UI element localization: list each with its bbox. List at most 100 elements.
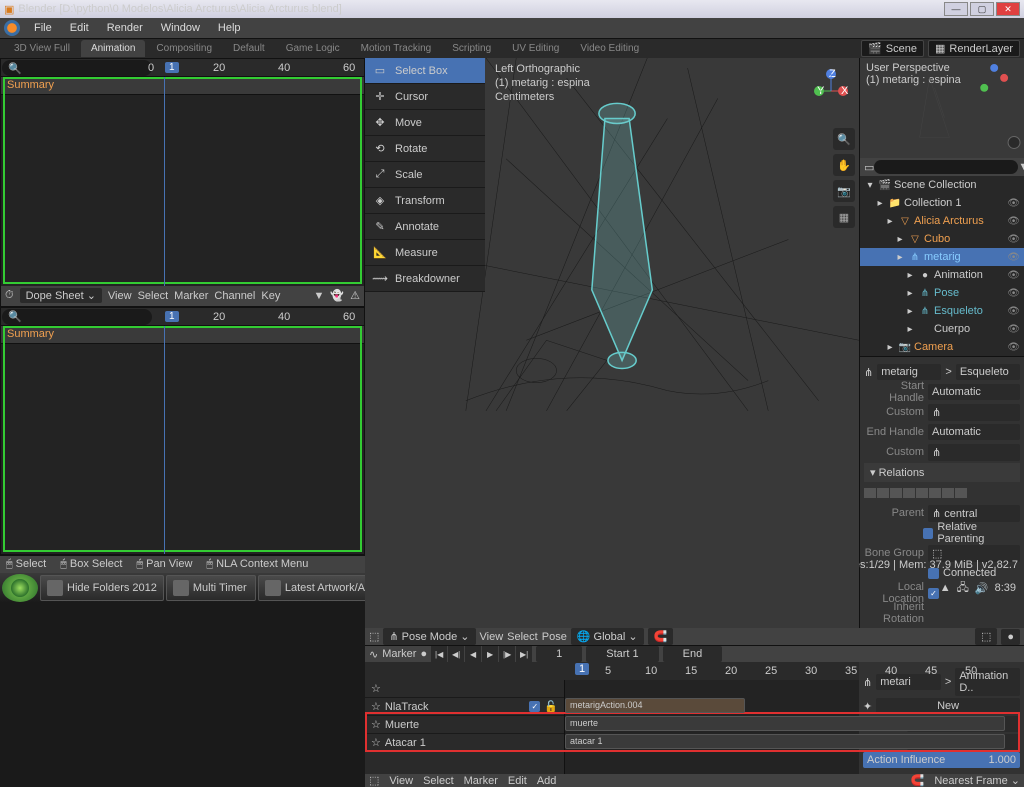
editor-type-dropdown[interactable]: Dope Sheet⌄ (20, 288, 102, 303)
relations-header[interactable]: ▾ Relations (864, 463, 1020, 482)
end-frame-input[interactable]: End (663, 646, 723, 662)
current-frame-input[interactable]: 1 (536, 646, 582, 662)
visibility-icon[interactable]: 👁 (1007, 198, 1020, 209)
tab-animation[interactable]: Animation (81, 40, 145, 57)
nla-strip[interactable]: atacar 1 (565, 734, 1005, 749)
tray-icon[interactable]: 🖧 (957, 579, 969, 598)
system-tray[interactable]: ▲ 🖧 🔊 8:39 (934, 579, 1022, 598)
ds-menu-key[interactable]: Key (261, 290, 280, 302)
orientation-selector[interactable]: 🌐 Global ⌄ (571, 628, 644, 645)
zoom-icon[interactable]: 🔍 (833, 128, 855, 150)
outliner-search[interactable] (874, 160, 1018, 174)
taskbar-button[interactable]: Multi Timer (166, 575, 256, 601)
dopesheet2-ruler[interactable]: 🔍 1 20 40 60 (1, 308, 364, 326)
jump-start[interactable]: |◀ (431, 646, 447, 662)
persp-icon[interactable]: ▦ (833, 206, 855, 228)
outliner-item[interactable]: ▸📷Camera👁 (860, 338, 1024, 356)
secondary-viewport[interactable]: User Perspective (1) metarig : espina (860, 58, 1024, 158)
taskbar-button[interactable]: Hide Folders 2012 (40, 575, 164, 601)
current-frame-marker[interactable]: 1 (165, 62, 179, 73)
custom1-field[interactable]: ⋔ (928, 404, 1020, 421)
tab-video[interactable]: Video Editing (570, 40, 649, 57)
3d-viewport[interactable]: ▭Select Box✛Cursor✥Move⟲Rotate⤢Scale◈Tra… (365, 58, 859, 628)
tool-scale[interactable]: ⤢Scale (365, 162, 485, 188)
ghost-icon[interactable]: 👻 (330, 289, 344, 302)
start-frame-input[interactable]: Start 1 (586, 646, 658, 662)
dopesheet-search[interactable]: 🔍 (2, 60, 152, 76)
track-check[interactable]: ✓ (529, 701, 540, 712)
ds-menu-select[interactable]: Select (138, 290, 169, 302)
tray-icon[interactable]: ▲ (940, 582, 951, 594)
end-handle[interactable]: Automatic (928, 424, 1020, 440)
shading-wireframe[interactable]: ⬚ (975, 628, 997, 645)
keyframe-prev[interactable]: ◀| (448, 646, 464, 662)
renderlayer-selector[interactable]: ▦RenderLayer (928, 40, 1020, 57)
outliner-item[interactable]: ▸⋔metarig👁 (860, 248, 1024, 266)
tool-measure[interactable]: 📐Measure (365, 240, 485, 266)
visibility-icon[interactable]: 👁 (1007, 288, 1020, 299)
tray-icon[interactable]: 🔊 (975, 582, 989, 595)
blender-icon[interactable] (4, 20, 20, 36)
outliner-item[interactable]: ▸⋔Pose👁 (860, 284, 1024, 302)
armature-name[interactable]: metarig (877, 364, 941, 380)
nla-menu-select[interactable]: Select (423, 775, 454, 787)
menu-edit[interactable]: Edit (62, 20, 97, 36)
ds-menu-view[interactable]: View (108, 290, 132, 302)
outliner-item[interactable]: ▸📁Collection 1👁 (860, 194, 1024, 212)
minimize-button[interactable]: — (944, 2, 968, 16)
scene-selector[interactable]: 🎬Scene (861, 40, 924, 57)
nla-track[interactable]: ☆ (365, 680, 564, 698)
keyframe-next[interactable]: |▶ (499, 646, 515, 662)
tab-3dview[interactable]: 3D View Full (4, 40, 80, 57)
tab-uv[interactable]: UV Editing (502, 40, 569, 57)
clock[interactable]: 8:39 (995, 582, 1016, 594)
nla-menu-marker[interactable]: Marker (464, 775, 498, 787)
maximize-button[interactable]: ▢ (970, 2, 994, 16)
autokey-icon[interactable]: ● (420, 648, 427, 660)
playhead[interactable] (164, 77, 165, 286)
tool-cursor[interactable]: ✛Cursor (365, 84, 485, 110)
pan-icon[interactable]: ✋ (833, 154, 855, 176)
nla-menu-edit[interactable]: Edit (508, 775, 527, 787)
menu-render[interactable]: Render (99, 20, 151, 36)
tool-annotate[interactable]: ✎Annotate (365, 214, 485, 240)
nla-editor-icon[interactable]: ⬚ (369, 774, 379, 787)
filter-icon[interactable]: ▼ (314, 290, 325, 302)
start-button[interactable] (2, 574, 38, 602)
warning-icon[interactable]: ⚠ (350, 289, 360, 302)
visibility-icon[interactable]: 👁 (1007, 216, 1020, 227)
tool-rotate[interactable]: ⟲Rotate (365, 136, 485, 162)
visibility-icon[interactable]: 👁 (1007, 342, 1020, 353)
shading-solid[interactable]: ● (1001, 629, 1020, 645)
menu-file[interactable]: File (26, 20, 60, 36)
tab-scripting[interactable]: Scripting (442, 40, 501, 57)
vp-menu-pose[interactable]: Pose (542, 631, 567, 643)
menu-window[interactable]: Window (153, 20, 208, 36)
vp-menu-view[interactable]: View (480, 631, 504, 643)
visibility-icon[interactable]: 👁 (1007, 234, 1020, 245)
close-button[interactable]: ✕ (996, 2, 1020, 16)
outliner-item[interactable]: ▸Cuerpo👁 (860, 320, 1024, 338)
menu-help[interactable]: Help (210, 20, 249, 36)
custom2-field[interactable]: ⋔ (928, 444, 1020, 461)
nla-strip[interactable]: metarigAction.004 (565, 698, 745, 713)
dopesheet2-search[interactable]: 🔍 (2, 309, 152, 325)
collection-icon[interactable]: ▭ (864, 161, 874, 174)
jump-end[interactable]: ▶| (516, 646, 532, 662)
rel-parent-check[interactable] (923, 528, 933, 539)
play[interactable]: ▶ (482, 646, 498, 662)
outliner-item[interactable]: ▸⋔Esqueleto👁 (860, 302, 1024, 320)
ds-menu-channel[interactable]: Channel (214, 290, 255, 302)
play-reverse[interactable]: ◀ (465, 646, 481, 662)
snap-toggle[interactable]: 🧲 (648, 628, 674, 645)
tool-transform[interactable]: ◈Transform (365, 188, 485, 214)
current-frame-marker-2[interactable]: 1 (165, 311, 179, 322)
snap-icon[interactable]: 🧲 (911, 774, 925, 787)
armature-icon[interactable]: ⋔ (864, 366, 873, 379)
visibility-icon[interactable]: 👁 (1007, 306, 1020, 317)
mode-selector[interactable]: ⋔ Pose Mode ⌄ (383, 628, 475, 645)
visibility-icon[interactable]: 👁 (1007, 252, 1020, 263)
outliner-item[interactable]: ▸●Animation👁 (860, 266, 1024, 284)
visibility-icon[interactable]: 👁 (1007, 324, 1020, 335)
nla-strip[interactable]: muerte (565, 716, 1005, 731)
